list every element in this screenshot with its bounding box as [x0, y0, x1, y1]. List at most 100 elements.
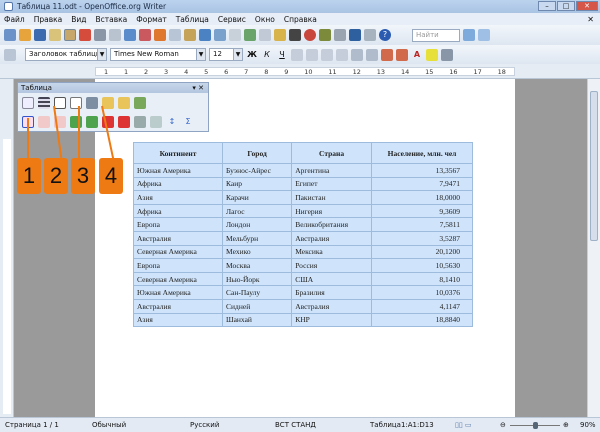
- cut-icon[interactable]: [154, 29, 166, 41]
- table-row[interactable]: Австралия Мельбурн Австралия 3,5287: [132, 230, 474, 246]
- table-cell[interactable]: Москва: [222, 258, 293, 273]
- page-indicator[interactable]: Страница 1 / 1: [5, 421, 59, 429]
- spellcheck-icon[interactable]: [124, 29, 136, 41]
- gallery-icon[interactable]: [319, 29, 331, 41]
- vertical-ruler[interactable]: [0, 79, 14, 417]
- decrease-indent-icon[interactable]: [381, 48, 393, 61]
- table-cell[interactable]: Азия: [132, 190, 224, 205]
- vertical-scrollbar[interactable]: [587, 79, 600, 417]
- format-paintbrush-icon[interactable]: [199, 29, 211, 41]
- insert-columns-icon[interactable]: [86, 115, 98, 128]
- table-row[interactable]: Европа Лондон Великобритания 7,5811: [132, 217, 474, 232]
- table-cell[interactable]: Аргентина: [291, 163, 372, 178]
- table-cell[interactable]: Африка: [132, 176, 224, 192]
- open-icon[interactable]: [19, 29, 31, 41]
- table-cell[interactable]: Австралия: [291, 298, 372, 314]
- print-icon[interactable]: [94, 29, 106, 41]
- redo-icon[interactable]: [229, 29, 241, 41]
- table-cell[interactable]: 7,5811: [370, 217, 474, 232]
- border-color-icon[interactable]: [54, 96, 66, 109]
- data-table[interactable]: Континент Город Страна Население, млн. ч…: [132, 142, 474, 328]
- table-cell[interactable]: 13,3567: [370, 163, 474, 178]
- language[interactable]: Русский: [190, 421, 219, 429]
- bullets-icon[interactable]: [366, 48, 378, 61]
- table-cell[interactable]: Шанхай: [222, 312, 293, 328]
- table-cell[interactable]: Австралия: [291, 230, 372, 246]
- navigator-icon[interactable]: [304, 29, 316, 41]
- help-icon[interactable]: ?: [379, 29, 391, 41]
- table-cell[interactable]: Австралия: [132, 298, 224, 314]
- close-button[interactable]: ✕: [576, 1, 598, 11]
- menu-table[interactable]: Таблица: [176, 15, 209, 24]
- autospell-icon[interactable]: [139, 29, 151, 41]
- table-cell[interactable]: Сидней: [222, 298, 293, 314]
- sum-icon[interactable]: Σ: [182, 116, 194, 128]
- table-cell[interactable]: 4,1147: [370, 298, 474, 314]
- highlight-icon[interactable]: [426, 48, 438, 61]
- table-row[interactable]: Северная Америка Нью-Йорк США 8,1410: [132, 271, 474, 287]
- table-cell[interactable]: Европа: [132, 217, 224, 232]
- table-cell[interactable]: Северная Америка: [132, 244, 224, 260]
- edit-mode-icon[interactable]: [64, 29, 76, 41]
- preview-icon[interactable]: [109, 29, 121, 41]
- table-cell[interactable]: КНР: [291, 312, 372, 328]
- optimize-icon[interactable]: [134, 96, 146, 109]
- find-next-icon[interactable]: [463, 29, 475, 41]
- find-previous-icon[interactable]: [478, 29, 490, 41]
- new-document-icon[interactable]: [4, 29, 16, 41]
- view-layout-icon[interactable]: ▯▯ ▭: [455, 421, 472, 429]
- merge-cells-icon[interactable]: [102, 96, 114, 109]
- table-cell[interactable]: Южная Америка: [132, 285, 224, 300]
- table-cell[interactable]: Мехико: [222, 244, 293, 260]
- table-cell[interactable]: Россия: [291, 258, 372, 273]
- bold-button[interactable]: Ж: [246, 49, 258, 61]
- menu-format[interactable]: Формат: [136, 15, 166, 24]
- table-cell[interactable]: Нью-Йорк: [222, 271, 293, 287]
- page-style[interactable]: Обычный: [92, 421, 126, 429]
- zoom-slider-knob[interactable]: [532, 422, 538, 429]
- table-icon[interactable]: [259, 29, 271, 41]
- table-cell[interactable]: 10,0376: [370, 285, 474, 300]
- table-row[interactable]: Австралия Сидней Австралия 4,1147: [132, 298, 474, 314]
- table-properties-icon[interactable]: [150, 115, 162, 128]
- maximize-button[interactable]: □: [557, 1, 575, 11]
- background-color-icon[interactable]: [86, 96, 98, 109]
- table-cell[interactable]: Египет: [291, 176, 372, 192]
- show-draw-icon[interactable]: [274, 29, 286, 41]
- datasources-icon[interactable]: [334, 29, 346, 41]
- table-cell[interactable]: Лагос: [222, 203, 293, 219]
- email-icon[interactable]: [49, 29, 61, 41]
- table-cell[interactable]: Буэнос-Айрес: [222, 163, 293, 178]
- hyperlink-icon[interactable]: [244, 29, 256, 41]
- split-cells-icon[interactable]: [118, 96, 130, 109]
- table-row[interactable]: Азия Шанхай КНР 18,8840: [132, 312, 474, 328]
- column-header[interactable]: Континент: [132, 142, 224, 164]
- table-cell[interactable]: 20,1200: [370, 244, 474, 260]
- table-cell[interactable]: Каир: [222, 176, 293, 192]
- table-toolbar-header[interactable]: Таблица ▾ ✕: [18, 83, 208, 93]
- table-cell[interactable]: Европа: [132, 258, 224, 273]
- justify-icon[interactable]: [336, 48, 348, 61]
- copy-icon[interactable]: [169, 29, 181, 41]
- align-right-icon[interactable]: [321, 48, 333, 61]
- find-input[interactable]: Найти: [412, 28, 460, 42]
- menu-help[interactable]: Справка: [284, 15, 317, 24]
- menu-tools[interactable]: Сервис: [218, 15, 246, 24]
- horizontal-ruler[interactable]: 1 1 2 3 4 5 6 7 8 9 10 11 12 13 14 15 16 17 18: [0, 64, 600, 79]
- table-cell[interactable]: Мельбурн: [222, 230, 293, 246]
- table-cell[interactable]: Южная Америка: [132, 163, 224, 178]
- insert-rows-icon[interactable]: [70, 115, 82, 128]
- numbering-icon[interactable]: [351, 48, 363, 61]
- table-cell[interactable]: 18,0000: [370, 190, 474, 205]
- font-name-select[interactable]: Times New Roman ▼: [110, 48, 206, 61]
- table-cell[interactable]: Карачи: [222, 190, 293, 205]
- nonprinting-chars-icon[interactable]: [349, 29, 361, 41]
- italic-button[interactable]: К: [261, 49, 273, 61]
- table-cell[interactable]: Бразилия: [291, 285, 372, 300]
- menu-edit[interactable]: Правка: [34, 15, 63, 24]
- line-style-icon[interactable]: [38, 96, 50, 109]
- close-document-button[interactable]: ✕: [587, 15, 594, 24]
- table-row[interactable]: Южная Америка Сан-Паулу Бразилия 10,0376: [132, 285, 474, 300]
- zoom-in-icon[interactable]: ⊕: [563, 421, 569, 429]
- sort-icon[interactable]: ↕: [166, 116, 178, 128]
